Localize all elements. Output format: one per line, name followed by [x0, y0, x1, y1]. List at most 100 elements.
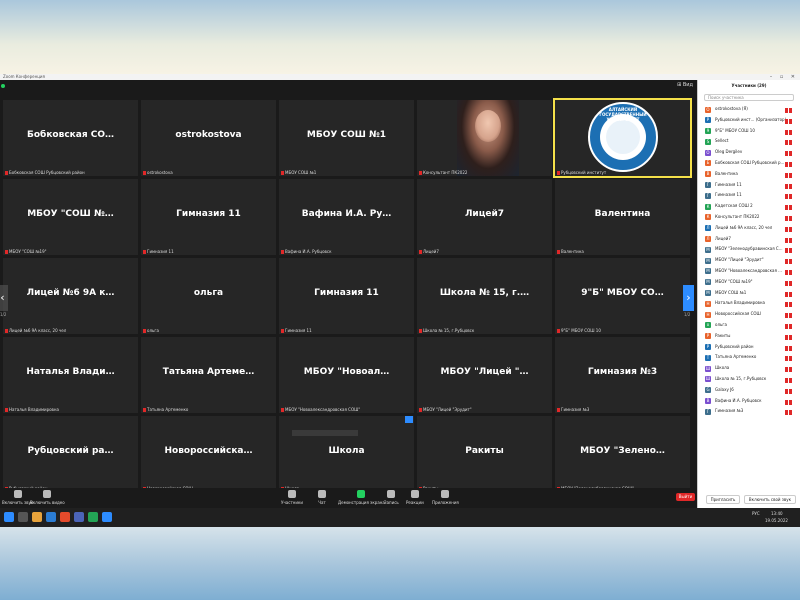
participant-search-input[interactable]: Поиск участника — [704, 94, 794, 101]
tile-display-name: Лицей7 — [464, 209, 505, 219]
participant-name: Новороссийская СОШ — [715, 311, 761, 317]
participant-row[interactable]: В Валентина — [698, 169, 800, 180]
participant-row[interactable]: Г Гимназия 11 — [698, 180, 800, 191]
video-tile[interactable]: Татьяна Артеме… Татьяна Артеменко — [141, 337, 276, 413]
participants-button[interactable]: Участники — [281, 490, 303, 505]
participant-row[interactable]: К Кадетская СОШ 2 — [698, 201, 800, 212]
share-screen-button[interactable]: Демонстрация экрана — [338, 490, 385, 505]
security-shield-icon[interactable] — [1, 84, 5, 88]
next-page-number: 1/2 — [684, 312, 691, 317]
participant-row[interactable]: М МБОУ "Новоалександровская ... — [698, 266, 800, 277]
video-tile[interactable]: Консультант ПК2022 — [417, 100, 552, 176]
participant-name: Кадетская СОШ 2 — [715, 203, 753, 209]
video-tile[interactable]: Гимназия 11 Гимназия 11 — [279, 258, 414, 334]
reactions-button[interactable]: Реакции — [406, 490, 424, 505]
app-icon[interactable] — [88, 512, 98, 522]
muted-mic-icon — [785, 280, 788, 286]
participant-row[interactable]: К Консультант ПК2022 — [698, 212, 800, 223]
video-tile[interactable]: РакитыРакиты — [417, 416, 552, 492]
muted-mic-icon — [5, 329, 8, 333]
search-icon[interactable] — [18, 512, 28, 522]
video-tile[interactable]: Вафина И.А. Ру… Вафина И.А. Рубцовск — [279, 179, 414, 255]
apps-button[interactable]: Приложения — [432, 490, 459, 505]
video-tile[interactable]: Новороссийска…Новороссийская СОШ — [141, 416, 276, 492]
video-tile[interactable]: Рубцовский ра…Рубцовский район — [3, 416, 138, 492]
video-tile[interactable]: МБОУ "СОШ №… МБОУ "СОШ №19" — [3, 179, 138, 255]
participant-row[interactable]: Ш Школа — [698, 363, 800, 374]
video-tile[interactable]: Бобковская СО… Бобковская СОШ Рубцовский … — [3, 100, 138, 176]
participant-row[interactable]: S Sellect — [698, 136, 800, 147]
video-off-icon — [789, 172, 792, 178]
participant-row[interactable]: Н Новороссийская СОШ — [698, 309, 800, 320]
desktop-wallpaper-bottom — [0, 527, 800, 600]
video-tile[interactable]: МБОУ "Лицей "… МБОУ "Лицей "Эрудит" — [417, 337, 552, 413]
video-tile[interactable]: МБОУ "Новоал… МБОУ "Новоалександровская С… — [279, 337, 414, 413]
participant-row[interactable]: В Вафина И.А. Рубцовск — [698, 396, 800, 407]
participant-status-icons — [784, 312, 794, 319]
participant-row[interactable]: о ольга — [698, 320, 800, 331]
muted-mic-icon — [785, 377, 788, 383]
video-tile[interactable]: Лицей №6 9А к… Лицей №6 9А класс, 20 чел — [3, 258, 138, 334]
muted-mic-icon — [557, 250, 560, 254]
participant-row[interactable]: O Oleg Dergilev — [698, 147, 800, 158]
participant-row[interactable]: Л Лицей7 — [698, 234, 800, 245]
video-tile[interactable]: Школа № 15, г.… Школа № 15, г.Рубцовск — [417, 258, 552, 334]
video-tile[interactable]: АЛТАЙСКИЙ ГОСУДАРСТВЕННЫЙ УНИВЕРСИТЕТ Руб… — [553, 98, 692, 178]
participant-name: Лицей №6 9А класс, 20 чел — [715, 224, 773, 230]
telegram-icon[interactable] — [74, 512, 84, 522]
participant-row[interactable]: Ш Школа № 15, г.Рубцовск — [698, 374, 800, 385]
participant-row[interactable]: М МБОУ "СОШ №19" — [698, 277, 800, 288]
video-tile[interactable]: ШколаШкола — [279, 416, 414, 492]
word-icon[interactable] — [46, 512, 56, 522]
participant-row[interactable]: Л Лицей №6 9А класс, 20 чел — [698, 223, 800, 234]
video-tile[interactable]: МБОУ "Зелено…МБОУ "Зеленодубравинская СО… — [555, 416, 690, 492]
tile-name-label: Валентина — [557, 249, 584, 254]
participant-row[interactable]: G Galaxy J6 — [698, 385, 800, 396]
record-button[interactable]: Запись — [384, 490, 399, 505]
zoom-taskbar-icon[interactable] — [102, 512, 112, 522]
video-tile[interactable]: 9"Б" МБОУ СО… 9"Б" МБОУ СОШ 10 — [555, 258, 690, 334]
participant-row[interactable]: Р Рубцовский район — [698, 342, 800, 353]
next-page-arrow[interactable]: › — [683, 285, 694, 311]
view-button[interactable]: ⊞ Вид — [677, 82, 693, 88]
video-off-icon — [789, 205, 792, 211]
participant-row[interactable]: Р Рубцовский инст... (Организатор) — [698, 115, 800, 126]
video-tile[interactable]: ostrokostova ostrokostova — [141, 100, 276, 176]
chat-button[interactable]: Чат — [318, 490, 326, 505]
participant-row[interactable]: Б Бобковская СОШ Рубцовский р... — [698, 158, 800, 169]
participant-row[interactable]: Г Гимназия 11 — [698, 190, 800, 201]
video-tile[interactable]: ольга ольга — [141, 258, 276, 334]
video-button[interactable]: Включить видео — [30, 490, 65, 505]
video-tile[interactable]: Валентина Валентина — [555, 179, 690, 255]
leave-button[interactable]: Выйти — [676, 493, 695, 501]
video-tile[interactable]: Лицей7 Лицей7 — [417, 179, 552, 255]
invite-button[interactable]: Пригласить — [706, 495, 740, 504]
video-tile[interactable]: Наталья Влади… Наталья Владимировна — [3, 337, 138, 413]
video-tile[interactable]: Гимназия №3 Гимназия №3 — [555, 337, 690, 413]
prev-page-arrow[interactable]: ‹ — [0, 285, 8, 311]
participant-row[interactable]: Т Татьяна Артеменко — [698, 352, 800, 363]
participant-row[interactable]: М МБОУ СОШ №1 — [698, 288, 800, 299]
video-tile[interactable]: Гимназия 11 Гимназия 11 — [141, 179, 276, 255]
browser-icon[interactable] — [60, 512, 70, 522]
muted-mic-icon — [785, 194, 788, 200]
video-off-icon — [789, 215, 792, 221]
start-icon[interactable] — [4, 512, 14, 522]
participant-name: МБОУ "Лицей "Эрудит" — [715, 257, 764, 263]
participant-row[interactable]: Н Наталья Владимировна — [698, 298, 800, 309]
participant-status-icons — [784, 237, 794, 243]
mute-button[interactable]: Включить звук — [2, 490, 33, 505]
participant-name: Бобковская СОШ Рубцовский р... — [715, 159, 785, 165]
participant-row[interactable]: Р Ракиты — [698, 331, 800, 342]
unmute-myself-button[interactable]: Включить свой звук — [744, 495, 796, 504]
participant-row[interactable]: Г Гимназия №3 — [698, 406, 800, 417]
participants-panel-title: Участники (29) — [731, 83, 767, 88]
video-tile[interactable]: МБОУ СОШ №1 МБОУ СОШ №1 — [279, 100, 414, 176]
muted-mic-icon — [281, 329, 284, 333]
participant-row[interactable]: М МБОУ "Лицей "Эрудит" — [698, 255, 800, 266]
participant-row[interactable]: Oostrokostova (Я) — [698, 104, 800, 115]
explorer-icon[interactable] — [32, 512, 42, 522]
participant-row[interactable]: 9 9"Б" МБОУ СОШ 10 — [698, 126, 800, 137]
muted-mic-icon — [557, 329, 560, 333]
participant-row[interactable]: М МБОУ "Зеленодубравинская С... — [698, 244, 800, 255]
